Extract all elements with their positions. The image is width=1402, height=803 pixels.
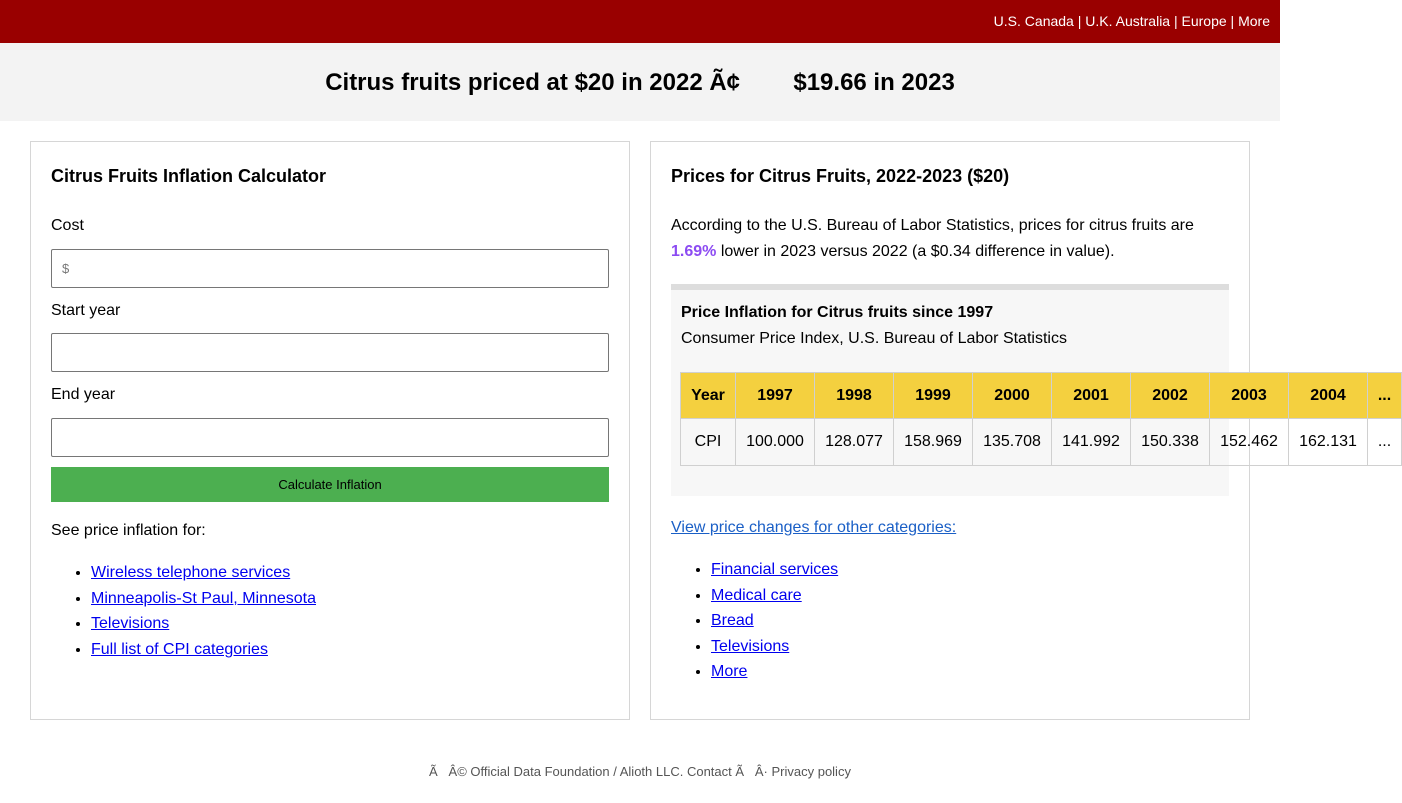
list-item: Minneapolis-St Paul, Minnesota (91, 586, 316, 612)
list-item: More (711, 659, 838, 685)
table-header-cell: 1998 (814, 372, 894, 419)
price-description: According to the U.S. Bureau of Labor St… (671, 213, 1211, 265)
table-header-row: Year 1997 1998 1999 2000 2001 2002 2003 … (680, 372, 1402, 419)
cpi-title: Price Inflation for Citrus fruits since … (681, 304, 994, 321)
link-wireless-telephone[interactable]: Wireless telephone services (91, 564, 290, 581)
table-cell: 158.969 (893, 418, 973, 466)
table-header-cell: 1997 (735, 372, 815, 419)
calculator-heading: Citrus Fruits Inflation Calculator (51, 166, 327, 186)
link-bread[interactable]: Bread (711, 612, 754, 629)
table-header-cell: ... (1367, 372, 1402, 419)
top-bar: U.S. Canada | U.K. Australia | Europe | … (0, 0, 1280, 43)
table-header-cell: 2000 (972, 372, 1052, 419)
headline-banner: Citrus fruits priced at $20 in 2022 Ã¢ $… (0, 43, 1280, 121)
cpi-table: Year 1997 1998 1999 2000 2001 2002 2003 … (680, 372, 1402, 466)
see-also-label: See price inflation for: (51, 522, 206, 539)
link-more[interactable]: More (711, 663, 747, 680)
table-header-cell: 1999 (893, 372, 973, 419)
list-item: Wireless telephone services (91, 560, 316, 586)
link-full-cpi-list[interactable]: Full list of CPI categories (91, 641, 268, 658)
table-header-cell: 2003 (1209, 372, 1289, 419)
list-item: Medical care (711, 583, 838, 609)
footer: Ã Â© Official Data Foundation / Alioth L… (429, 764, 851, 779)
cpi-subtitle: Consumer Price Index, U.S. Bureau of Lab… (681, 330, 1067, 347)
table-cell: 100.000 (735, 418, 815, 466)
link-financial-services[interactable]: Financial services (711, 561, 838, 578)
link-televisions[interactable]: Televisions (711, 638, 789, 655)
list-item: Financial services (711, 557, 838, 583)
region-link-more[interactable]: More (1238, 13, 1270, 29)
region-link-uk[interactable]: U.K. (1085, 13, 1112, 29)
table-header-cell: 2002 (1130, 372, 1210, 419)
table-header-cell: Year (680, 372, 736, 419)
table-cell: 162.131 (1288, 418, 1368, 466)
calculate-inflation-button[interactable]: Calculate Inflation (51, 467, 609, 502)
description-start: According to the U.S. Bureau of Labor St… (671, 217, 1194, 234)
table-cell: 128.077 (814, 418, 894, 466)
region-link-us[interactable]: U.S. (994, 13, 1021, 29)
calculator-card: Citrus Fruits Inflation Calculator Cost … (30, 141, 630, 720)
start-year-input[interactable] (51, 333, 609, 372)
start-year-label: Start year (51, 302, 121, 319)
table-row: CPI 100.000 128.077 158.969 135.708 141.… (680, 418, 1402, 466)
list-item: Bread (711, 608, 838, 634)
table-cell: 150.338 (1130, 418, 1210, 466)
region-link-europe[interactable]: Europe (1182, 13, 1227, 29)
link-minneapolis[interactable]: Minneapolis-St Paul, Minnesota (91, 590, 316, 607)
other-categories-link[interactable]: View price changes for other categories: (671, 519, 956, 537)
table-cell: ... (1367, 418, 1402, 466)
region-link-australia[interactable]: Australia (1116, 13, 1170, 29)
link-televisions[interactable]: Televisions (91, 615, 169, 632)
list-item: Televisions (711, 634, 838, 660)
table-cell: 135.708 (972, 418, 1052, 466)
categories-list: Financial services Medical care Bread Te… (671, 557, 838, 685)
see-also-list: Wireless telephone services Minneapolis-… (51, 560, 316, 662)
end-year-label: End year (51, 386, 116, 403)
table-cell: 152.462 (1209, 418, 1289, 466)
table-header-cell: 2001 (1051, 372, 1131, 419)
region-nav: U.S. Canada | U.K. Australia | Europe | … (993, 13, 1270, 29)
percent-change: 1.69% (671, 243, 717, 260)
table-cell: CPI (680, 418, 736, 466)
region-link-canada[interactable]: Canada (1025, 13, 1074, 29)
table-cell: 141.992 (1051, 418, 1131, 466)
list-item: Full list of CPI categories (91, 637, 316, 663)
link-medical-care[interactable]: Medical care (711, 587, 802, 604)
prices-heading: Prices for Citrus Fruits, 2022-2023 ($20… (671, 166, 1010, 186)
table-header-cell: 2004 (1288, 372, 1368, 419)
end-year-input[interactable] (51, 418, 609, 457)
cost-input[interactable] (51, 249, 609, 288)
page-title: Citrus fruits priced at $20 in 2022 Ã¢ $… (325, 69, 955, 96)
description-end: lower in 2023 versus 2022 (a $0.34 diffe… (716, 243, 1115, 260)
list-item: Televisions (91, 611, 316, 637)
cost-label: Cost (51, 217, 84, 234)
